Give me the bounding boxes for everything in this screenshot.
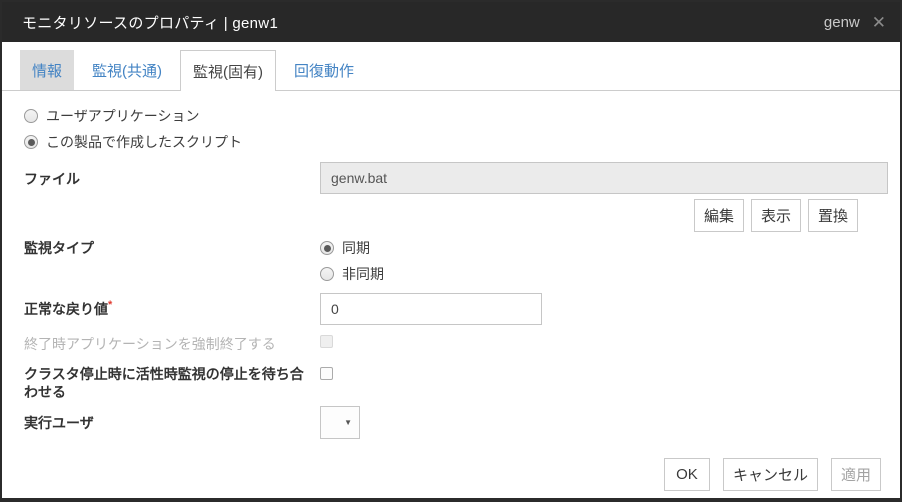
- file-button-row: 編集 表示 置換: [687, 199, 858, 232]
- exec-user-select[interactable]: ▼: [320, 406, 360, 439]
- radio-asynchronous[interactable]: 非同期: [320, 264, 384, 284]
- normal-return-value-label: 正常な戻り値*: [24, 299, 112, 319]
- kill-app-on-exit-checkbox: [320, 335, 333, 348]
- exec-user-label: 実行ユーザ: [24, 413, 94, 433]
- radio-unchecked-icon: [320, 267, 334, 281]
- radio-checked-icon: [320, 241, 334, 255]
- radio-label: この製品で作成したスクリプト: [46, 132, 242, 152]
- tab-recovery-action[interactable]: 回復動作: [282, 50, 366, 90]
- tab-monitor-special[interactable]: 監視(固有): [180, 50, 276, 91]
- file-input[interactable]: [320, 162, 888, 194]
- titlebar-right: genw ✕: [824, 14, 886, 31]
- dialog-titlebar: モニタリソースのプロパティ | genw1 genw ✕: [2, 2, 900, 42]
- cancel-button[interactable]: キャンセル: [723, 458, 818, 491]
- label-text: 正常な戻り値: [24, 301, 108, 317]
- radio-unchecked-icon: [24, 109, 38, 123]
- apply-button[interactable]: 適用: [831, 458, 881, 491]
- required-mark: *: [108, 299, 112, 311]
- dialog-title: モニタリソースのプロパティ | genw1: [22, 12, 278, 33]
- tab-bar: 情報 監視(共通) 監視(固有) 回復動作: [2, 50, 900, 91]
- titlebar-resource-name: genw: [824, 14, 860, 31]
- wait-monitor-stop-checkbox[interactable]: [320, 367, 333, 380]
- tab-underline: [2, 90, 900, 91]
- footer-button-row: OK キャンセル 適用: [651, 458, 881, 491]
- replace-button[interactable]: 置換: [808, 199, 858, 232]
- kill-app-on-exit-label: 終了時アプリケーションを強制終了する: [24, 334, 276, 354]
- tab-monitor-common[interactable]: 監視(共通): [80, 50, 174, 90]
- radio-label: ユーザアプリケーション: [46, 106, 199, 126]
- view-button[interactable]: 表示: [751, 199, 801, 232]
- normal-return-value-input[interactable]: [320, 293, 542, 325]
- radio-label: 同期: [342, 238, 370, 258]
- wait-monitor-stop-label: クラスタ停止時に活性時監視の停止を待ち合わせる: [24, 365, 306, 401]
- ok-button[interactable]: OK: [664, 458, 710, 491]
- dropdown-arrow-icon: ▼: [344, 418, 352, 427]
- radio-user-application[interactable]: ユーザアプリケーション: [24, 106, 199, 126]
- monitor-type-label: 監視タイプ: [24, 238, 94, 258]
- close-icon[interactable]: ✕: [872, 14, 886, 31]
- radio-script-created-with-product[interactable]: この製品で作成したスクリプト: [24, 132, 242, 152]
- radio-checked-icon: [24, 135, 38, 149]
- tab-info[interactable]: 情報: [20, 50, 74, 90]
- radio-synchronous[interactable]: 同期: [320, 238, 370, 258]
- radio-label: 非同期: [342, 264, 384, 284]
- edit-button[interactable]: 編集: [694, 199, 744, 232]
- file-label: ファイル: [24, 169, 80, 189]
- monitor-resource-properties-dialog: モニタリソースのプロパティ | genw1 genw ✕ 情報 監視(共通) 監…: [0, 0, 902, 502]
